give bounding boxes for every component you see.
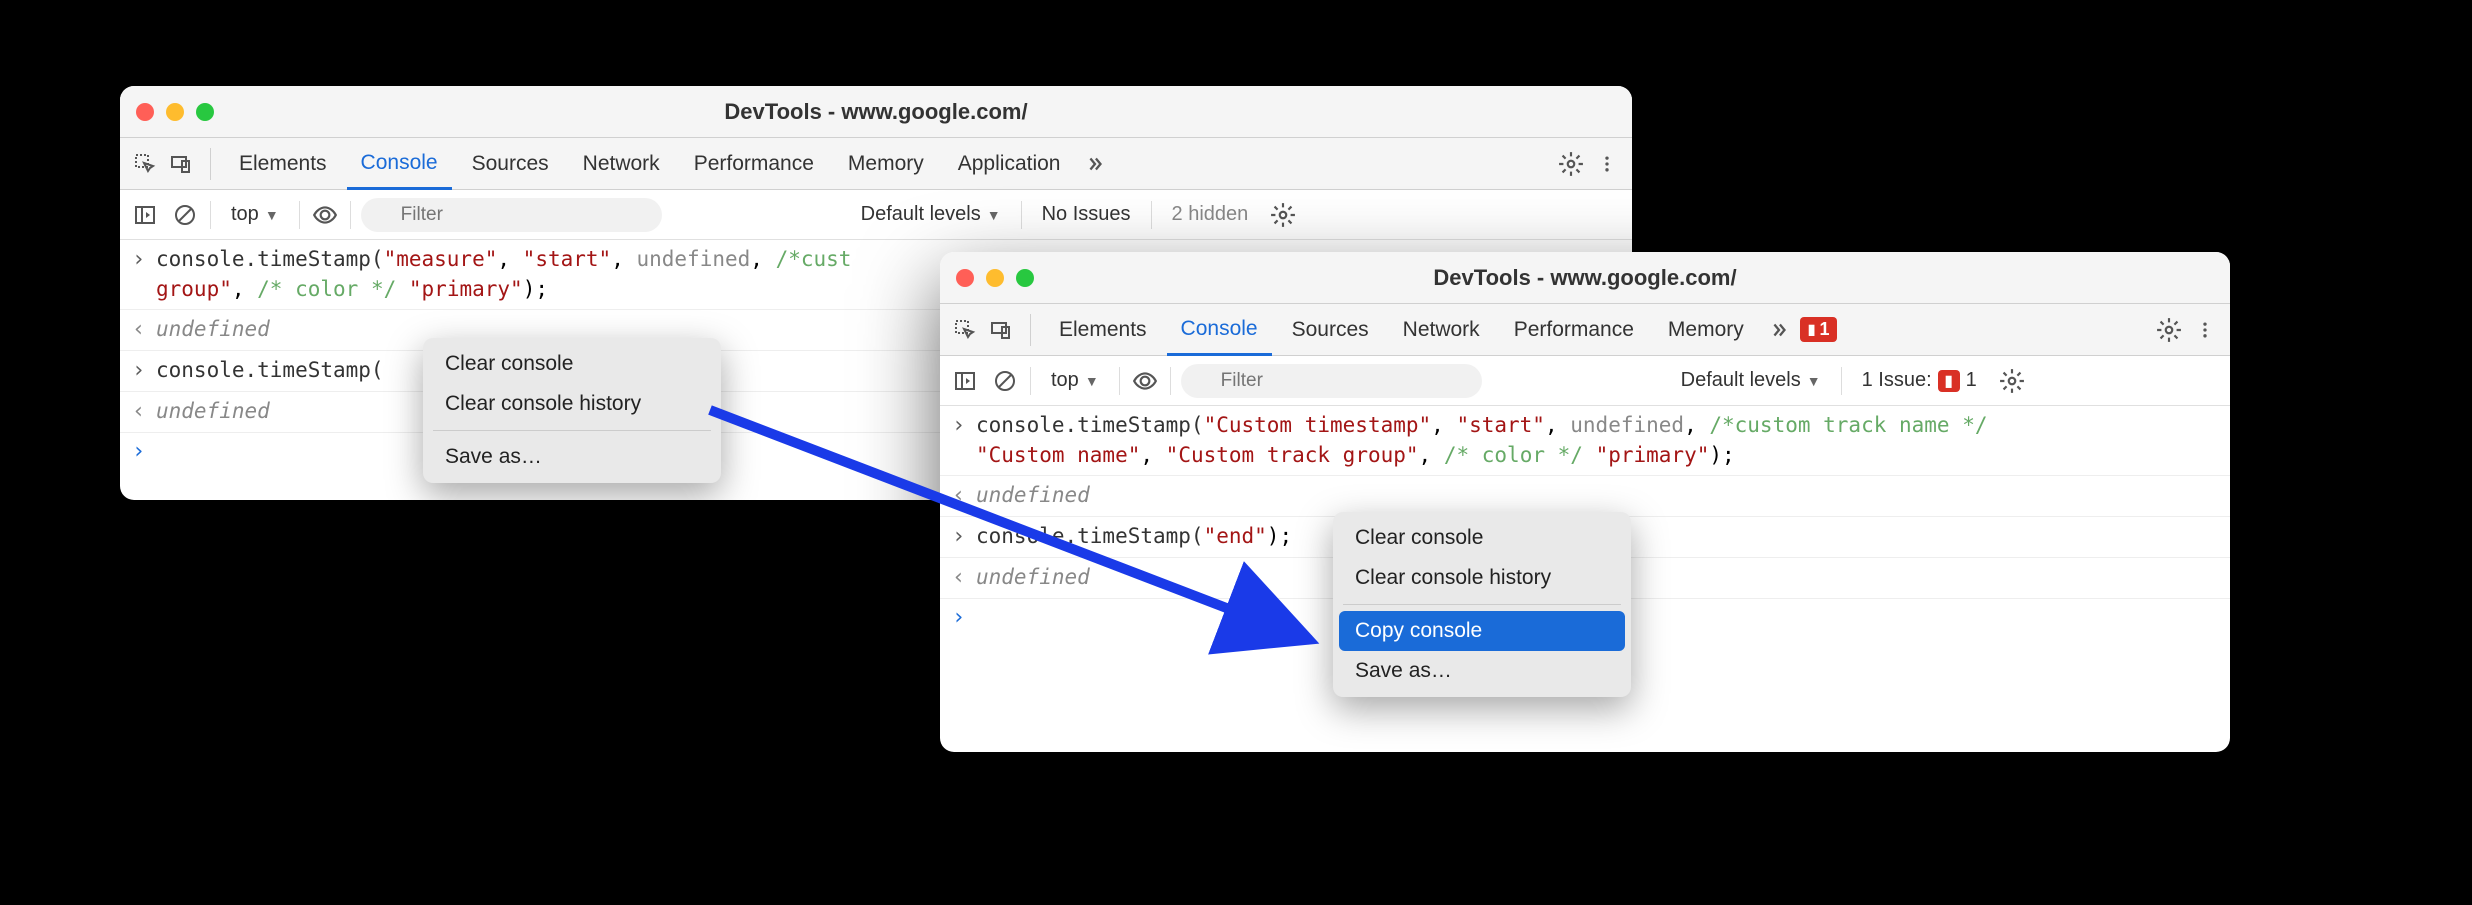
live-expression-icon[interactable] [310, 200, 340, 230]
menu-copy-console[interactable]: Copy console [1339, 611, 1625, 651]
window-controls [956, 269, 1034, 287]
issues-text[interactable]: 1 Issue: ▮1 [1852, 369, 1987, 392]
context-menu-2: Clear console Clear console history Copy… [1333, 512, 1631, 697]
device-icon[interactable] [986, 315, 1016, 345]
minimize-button[interactable] [986, 269, 1004, 287]
window-title: DevTools - www.google.com/ [120, 99, 1632, 125]
tab-bar: Elements Console Sources Network Perform… [940, 304, 2230, 356]
menu-save-as[interactable]: Save as… [1339, 651, 1625, 691]
console-code: console.timeStamp("Custom timestamp", "s… [976, 410, 2218, 471]
tab-network[interactable]: Network [1389, 304, 1494, 356]
minimize-button[interactable] [166, 103, 184, 121]
console-input-row: console.timeStamp("Custom timestamp", "s… [940, 406, 2230, 476]
filter-wrap [1181, 364, 1661, 398]
menu-clear-console[interactable]: Clear console [429, 344, 715, 384]
close-button[interactable] [136, 103, 154, 121]
hidden-text[interactable]: 2 hidden [1162, 203, 1259, 226]
menu-save-as[interactable]: Save as… [429, 437, 715, 477]
tab-console[interactable]: Console [1167, 304, 1272, 356]
tab-sources[interactable]: Sources [458, 138, 563, 190]
levels-selector[interactable]: Default levels ▼ [851, 201, 1011, 228]
console-output-row: undefined [940, 476, 2230, 517]
settings-icon[interactable] [2154, 315, 2184, 345]
titlebar: DevTools - www.google.com/ [120, 86, 1632, 138]
sidebar-toggle-icon[interactable] [950, 366, 980, 396]
settings-icon[interactable] [1556, 149, 1586, 179]
more-tabs-icon[interactable] [1764, 315, 1794, 345]
clear-console-icon[interactable] [170, 200, 200, 230]
menu-clear-history[interactable]: Clear console history [429, 384, 715, 424]
window-controls [136, 103, 214, 121]
tab-network[interactable]: Network [569, 138, 674, 190]
issues-text[interactable]: No Issues [1032, 203, 1141, 226]
menu-clear-history[interactable]: Clear console history [1339, 558, 1625, 598]
kebab-icon[interactable] [2190, 315, 2220, 345]
inspect-icon[interactable] [130, 149, 160, 179]
filter-wrap [361, 198, 841, 232]
tab-performance[interactable]: Performance [1500, 304, 1648, 356]
console-settings-icon[interactable] [1268, 200, 1298, 230]
kebab-icon[interactable] [1592, 149, 1622, 179]
more-tabs-icon[interactable] [1080, 149, 1110, 179]
sidebar-toggle-icon[interactable] [130, 200, 160, 230]
tab-memory[interactable]: Memory [834, 138, 938, 190]
tab-sources[interactable]: Sources [1278, 304, 1383, 356]
tab-console[interactable]: Console [347, 138, 452, 190]
zoom-button[interactable] [1016, 269, 1034, 287]
levels-selector[interactable]: Default levels ▼ [1671, 367, 1831, 394]
menu-clear-console[interactable]: Clear console [1339, 518, 1625, 558]
tab-bar: Elements Console Sources Network Perform… [120, 138, 1632, 190]
context-selector[interactable]: top ▼ [1041, 367, 1109, 394]
tab-elements[interactable]: Elements [1045, 304, 1161, 356]
issue-badge: ▮ [1938, 370, 1960, 392]
context-menu-1: Clear console Clear console history Save… [423, 338, 721, 483]
tab-application[interactable]: Application [944, 138, 1075, 190]
filter-input[interactable] [361, 198, 662, 232]
error-badge[interactable]: ▮1 [1800, 317, 1838, 342]
titlebar: DevTools - www.google.com/ [940, 252, 2230, 304]
console-settings-icon[interactable] [1997, 366, 2027, 396]
close-button[interactable] [956, 269, 974, 287]
filter-input[interactable] [1181, 364, 1482, 398]
console-toolbar: top ▼ Default levels ▼ No Issues 2 hidde… [120, 190, 1632, 240]
zoom-button[interactable] [196, 103, 214, 121]
tab-memory[interactable]: Memory [1654, 304, 1758, 356]
clear-console-icon[interactable] [990, 366, 1020, 396]
device-icon[interactable] [166, 149, 196, 179]
inspect-icon[interactable] [950, 315, 980, 345]
tab-performance[interactable]: Performance [680, 138, 828, 190]
tab-elements[interactable]: Elements [225, 138, 341, 190]
console-toolbar: top ▼ Default levels ▼ 1 Issue: ▮1 [940, 356, 2230, 406]
window-title: DevTools - www.google.com/ [940, 265, 2230, 291]
context-selector[interactable]: top ▼ [221, 201, 289, 228]
live-expression-icon[interactable] [1130, 366, 1160, 396]
